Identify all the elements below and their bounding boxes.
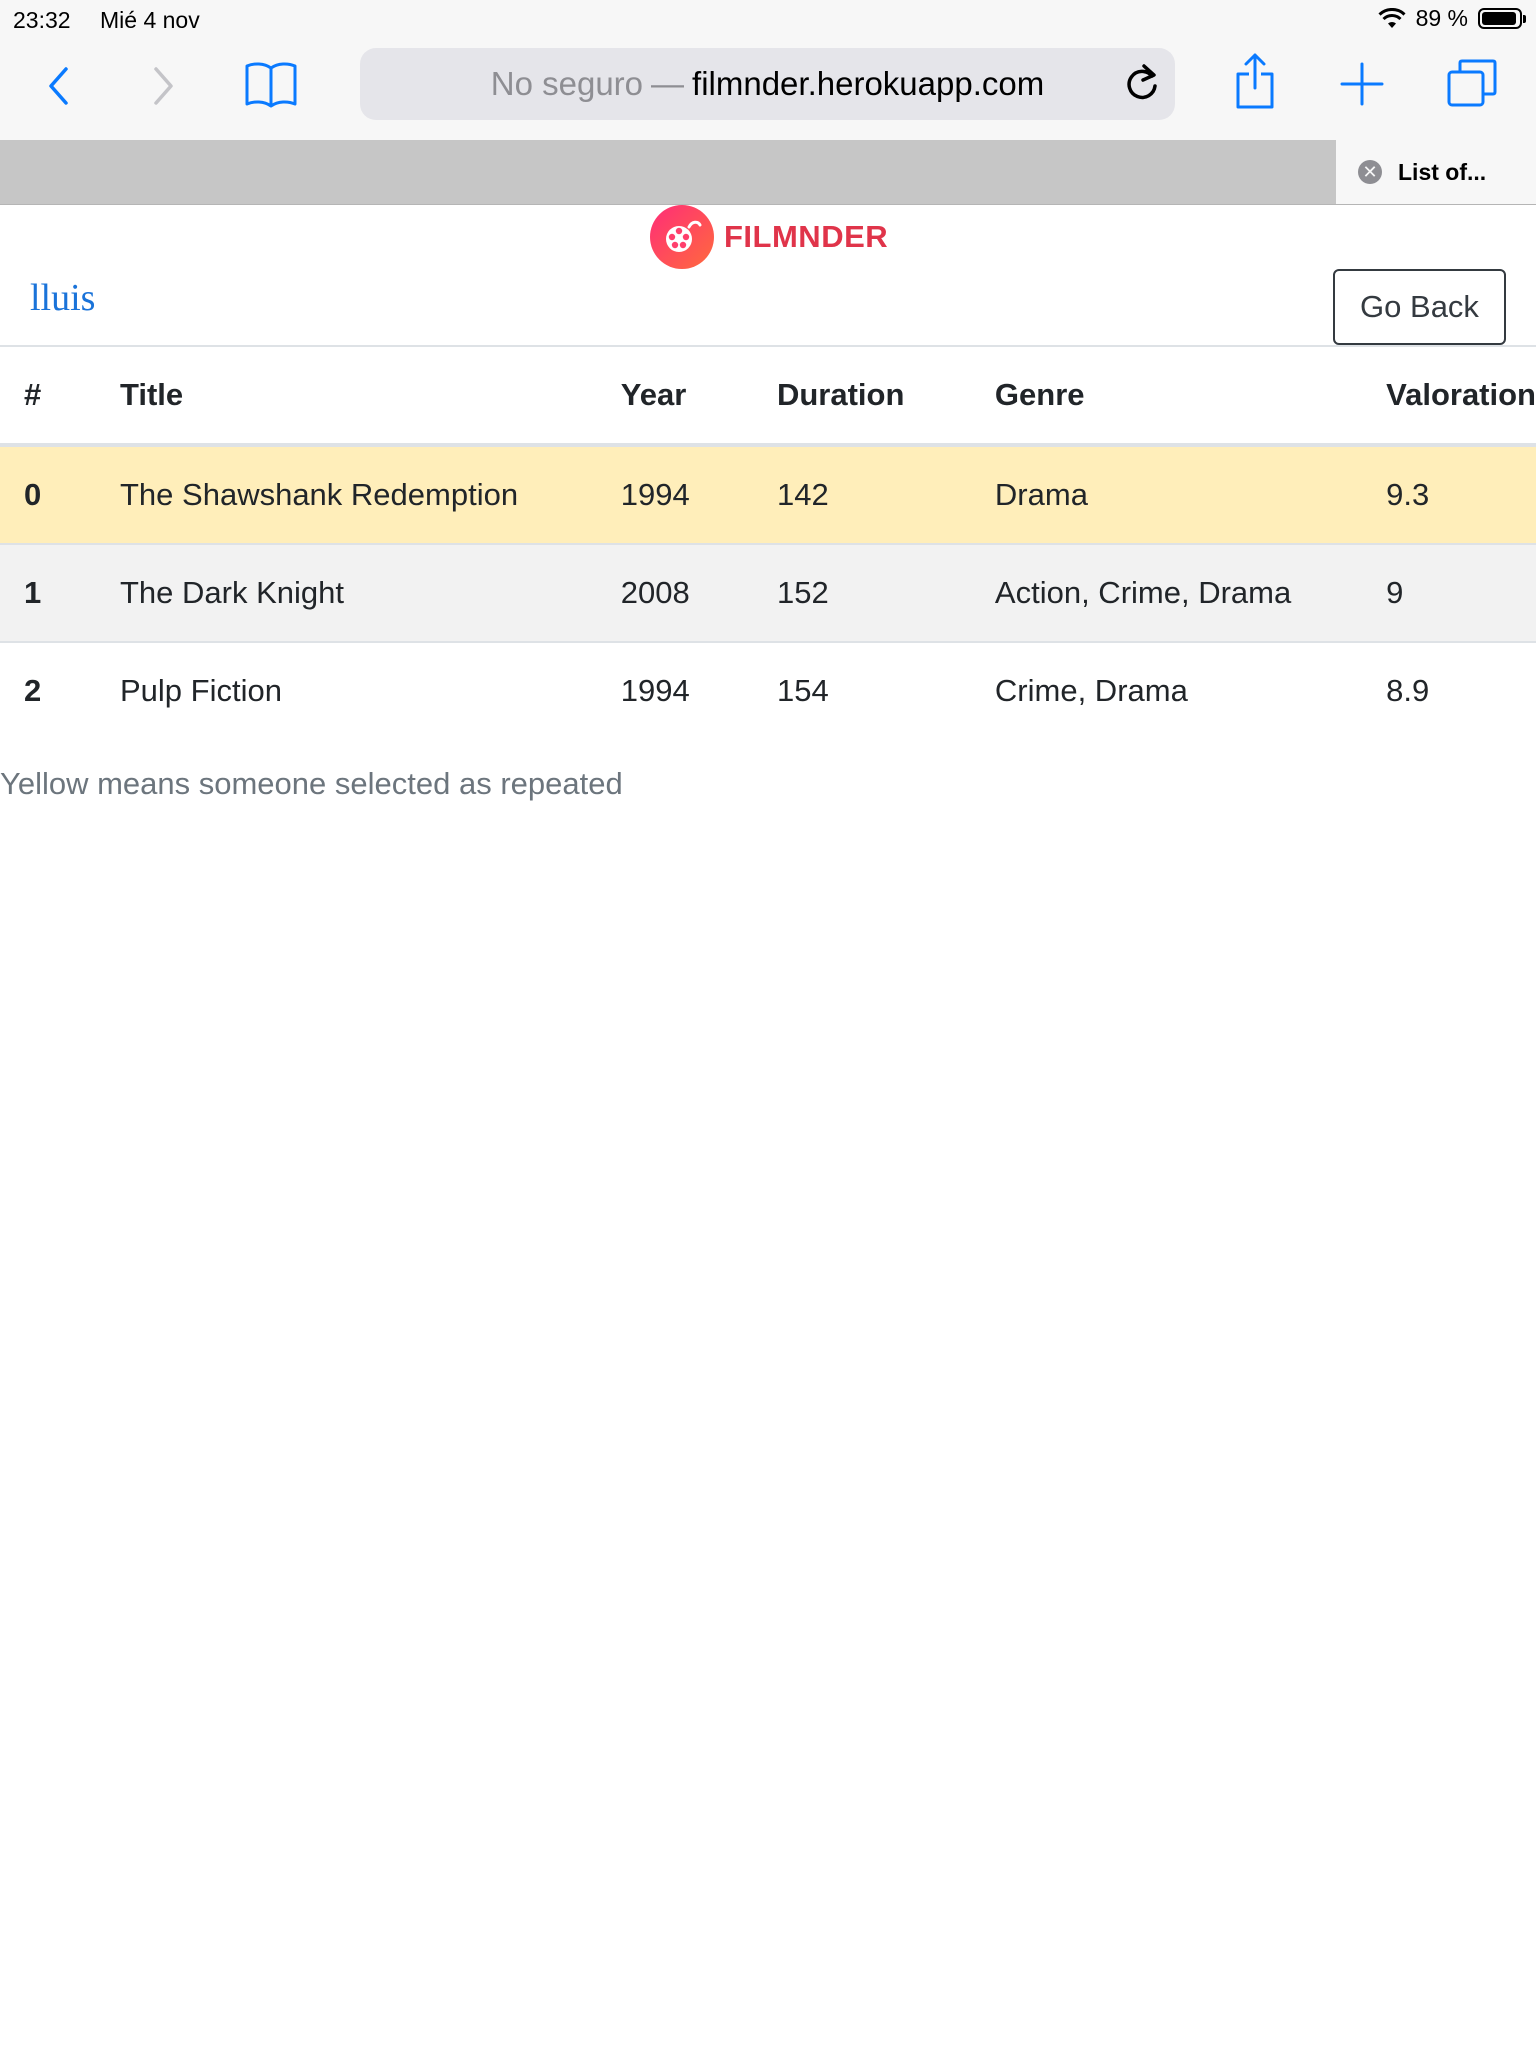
address-domain: filmnder.herokuapp.com <box>692 65 1045 102</box>
legend-footnote: Yellow means someone selected as repeate… <box>0 766 623 801</box>
user-link[interactable]: lluis <box>30 276 95 320</box>
table-header-row: # Title Year Duration Genre Valoration <box>0 347 1536 447</box>
wifi-icon <box>1378 7 1406 28</box>
cell-duration: 152 <box>776 575 829 610</box>
cell-index: 2 <box>24 673 42 708</box>
back-chevron-icon[interactable] <box>46 66 70 106</box>
table-row: 2 Pulp Fiction 1994 154 Crime, Drama 8.9 <box>0 642 1536 739</box>
address-insecure-label: No seguro <box>490 65 644 102</box>
cell-duration: 154 <box>776 673 829 708</box>
cell-title: The Shawshank Redemption <box>120 477 519 512</box>
cell-genre: Action, Crime, Drama <box>994 575 1292 610</box>
status-time: 23:32 <box>13 7 71 33</box>
brand-name: FILMNDER <box>724 219 889 254</box>
table-row: 0 The Shawshank Redemption 1994 142 Dram… <box>0 445 1536 544</box>
col-header-year: Year <box>596 347 753 447</box>
cell-year: 2008 <box>620 575 690 610</box>
tab-title: List of... <box>1398 158 1487 185</box>
brand[interactable]: FILMNDER <box>650 205 888 269</box>
cell-valoration: 9.3 <box>1386 477 1430 512</box>
address-bar[interactable]: No seguro — filmnder.herokuapp.com <box>360 48 1175 120</box>
bookmarks-icon[interactable] <box>244 60 298 110</box>
col-header-index: # <box>0 347 96 447</box>
forward-chevron-icon[interactable] <box>152 66 176 106</box>
new-tab-icon[interactable] <box>1340 62 1384 106</box>
cell-valoration: 9 <box>1386 575 1404 610</box>
cell-genre: Drama <box>994 477 1088 512</box>
tab-strip <box>0 140 1536 205</box>
cell-valoration: 8.9 <box>1386 673 1430 708</box>
col-header-duration: Duration <box>752 347 971 447</box>
tabs-icon[interactable] <box>1446 58 1498 108</box>
cell-title: The Dark Knight <box>120 575 344 610</box>
cell-index: 1 <box>24 575 42 610</box>
cell-year: 1994 <box>620 477 690 512</box>
go-back-button[interactable]: Go Back <box>1333 269 1506 345</box>
table-row: 1 The Dark Knight 2008 152 Action, Crime… <box>0 544 1536 642</box>
films-table: # Title Year Duration Genre Valoration 0… <box>0 347 1536 739</box>
tab-active[interactable]: ✕ List of... <box>1336 140 1536 204</box>
share-icon[interactable] <box>1234 52 1276 110</box>
cell-duration: 142 <box>776 477 829 512</box>
cell-title: Pulp Fiction <box>120 673 282 708</box>
cell-index: 0 <box>24 477 42 512</box>
status-bar: 23:32 Mié 4 nov 89 % <box>0 0 1536 40</box>
cell-genre: Crime, Drama <box>994 673 1188 708</box>
status-right: 89 % <box>1378 5 1526 32</box>
battery-percent: 89 % <box>1415 5 1468 31</box>
col-header-title: Title <box>96 347 597 447</box>
col-header-genre: Genre <box>970 347 1363 447</box>
address-separator: — <box>651 65 685 102</box>
film-reel-icon <box>650 205 714 269</box>
reload-icon[interactable] <box>1122 62 1160 104</box>
battery-icon <box>1478 8 1526 29</box>
cell-year: 1994 <box>620 673 690 708</box>
status-date: Mié 4 nov <box>100 7 200 33</box>
tab-close-icon[interactable]: ✕ <box>1358 160 1382 184</box>
col-header-valoration: Valoration <box>1362 347 1536 447</box>
